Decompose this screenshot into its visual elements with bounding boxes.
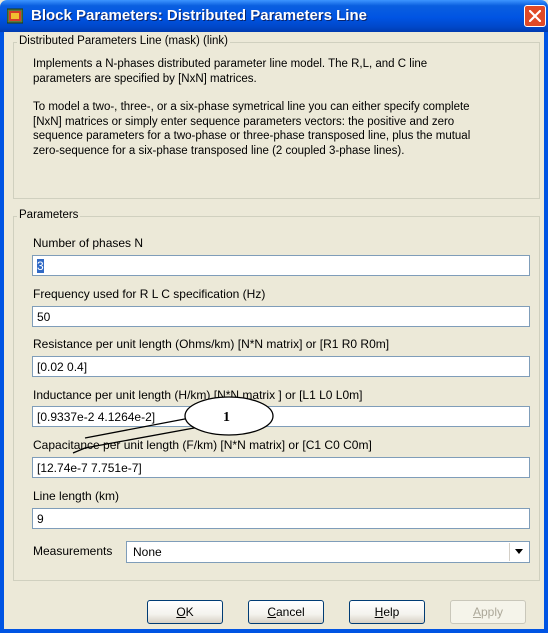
apply-accel: A (472, 605, 481, 619)
description-line: Implements a N-phases distributed parame… (33, 58, 428, 70)
description-line: sequence parameters for a two-phase or t… (33, 130, 471, 142)
simulink-block-icon (6, 8, 24, 24)
mask-description: Implements a N-phases distributed parame… (33, 57, 538, 158)
window-frame-left (0, 32, 4, 633)
close-icon (529, 10, 541, 22)
inductance-value: [0.9337e-2 4.1264e-2] (37, 410, 156, 424)
dropdown-arrow-icon (515, 549, 523, 554)
window-frame-right (544, 32, 548, 633)
frequency-label: Frequency used for R L C specification (… (33, 287, 266, 301)
description-line: parameters are specified by [NxN] matric… (33, 72, 257, 85)
apply-button: Apply (450, 600, 526, 624)
apply-label-rest: pply (481, 605, 504, 619)
frequency-input[interactable]: 50 (32, 306, 530, 327)
description-line: [NxN] matrices or simply enter sequence … (33, 115, 455, 128)
description-line: To model a two-, three-, or a six-phase … (33, 101, 470, 113)
cancel-button[interactable]: Cancel (248, 600, 324, 624)
capacitance-value: [12.74e-7 7.751e-7] (37, 461, 142, 475)
measurements-value: None (133, 545, 162, 559)
frequency-value: 50 (37, 310, 51, 324)
ok-button[interactable]: OK (147, 600, 223, 624)
inductance-label: Inductance per unit length (H/km) [N*N m… (33, 388, 363, 402)
resistance-value: [0.02 0.4] (37, 360, 88, 374)
phases-value: 3 (37, 259, 44, 273)
dropdown-button[interactable] (509, 543, 528, 561)
line-length-input[interactable]: 9 (32, 508, 530, 529)
capacitance-label: Capacitance per unit length (F/km) [N*N … (33, 438, 372, 452)
window-title: Block Parameters: Distributed Parameters… (31, 7, 367, 24)
description-line (33, 86, 538, 100)
inductance-input[interactable]: [0.9337e-2 4.1264e-2] (32, 406, 530, 427)
measurements-select[interactable]: None (126, 541, 530, 563)
cancel-accel: C (267, 605, 276, 619)
phases-label: Number of phases N (33, 236, 144, 250)
ok-label-rest: K (185, 605, 194, 619)
title-bar[interactable]: Block Parameters: Distributed Parameters… (0, 0, 548, 32)
description-line: zero-sequence for a six-phase transposed… (33, 144, 405, 157)
resistance-label: Resistance per unit length (Ohms/km) [N*… (33, 337, 390, 351)
ok-accel: O (176, 605, 186, 619)
capacitance-input[interactable]: [12.74e-7 7.751e-7] (32, 457, 530, 478)
line-length-value: 9 (37, 512, 44, 526)
mask-group-legend: Distributed Parameters Line (mask) (link… (17, 35, 230, 47)
measurements-label: Measurements (33, 544, 113, 558)
close-button[interactable] (524, 5, 546, 27)
parameters-group-legend: Parameters (17, 209, 81, 221)
resistance-input[interactable]: [0.02 0.4] (32, 356, 530, 377)
window-frame-bottom (0, 629, 548, 633)
cancel-label-rest: ancel (275, 605, 305, 619)
help-button[interactable]: Help (349, 600, 425, 624)
line-length-label: Line length (km) (33, 489, 120, 503)
phases-input[interactable]: 3 (32, 255, 530, 276)
help-label-rest: elp (383, 605, 400, 619)
